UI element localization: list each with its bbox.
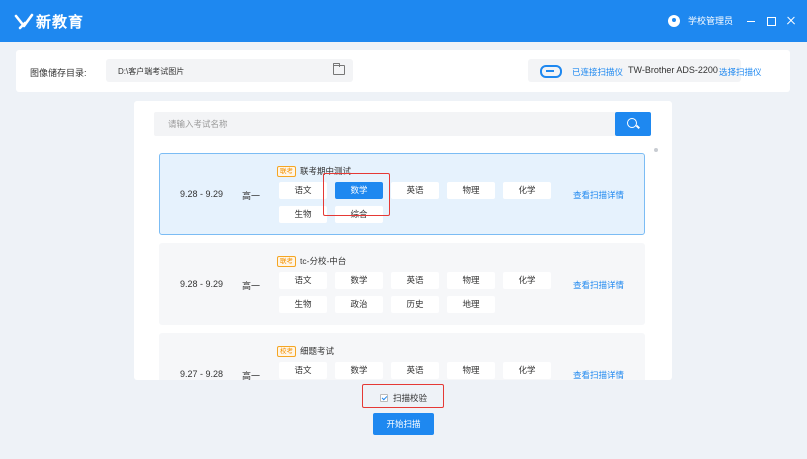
dir-input[interactable]: D:\客户端考试图片 [106, 59, 353, 82]
app-logo-text: 新教育 [36, 14, 85, 31]
user-icon[interactable] [667, 14, 680, 27]
subject-button[interactable]: 化学 [503, 182, 551, 199]
app-logo: 新教育 [14, 11, 84, 32]
link-icon [540, 65, 562, 78]
view-details-link[interactable]: 查看扫描详情 [573, 279, 624, 291]
start-scan-button[interactable]: 开始扫描 [373, 413, 434, 435]
folder-icon[interactable] [333, 63, 345, 75]
subject-button[interactable]: 历史 [391, 296, 439, 313]
exam-date: 9.28 - 9.29 [180, 279, 224, 289]
exam-type-badge: 联考 [277, 165, 296, 177]
subject-button[interactable]: 英语 [391, 182, 439, 199]
subject-button[interactable]: 综合 [335, 206, 383, 223]
subject-button[interactable]: 物理 [447, 272, 495, 289]
exam-card[interactable]: 联考 联考期中测试 9.28 - 9.29 高一 语文 数学 英语 物理 化学 … [159, 153, 645, 235]
subject-button[interactable]: 语文 [279, 272, 327, 289]
scanner-model: TW-Brother ADS-2200 [628, 65, 718, 75]
view-details-link[interactable]: 查看扫描详情 [573, 189, 624, 201]
subject-button[interactable]: 物理 [447, 362, 495, 379]
subject-button[interactable]: 地理 [447, 296, 495, 313]
exam-panel: 联考 联考期中测试 9.28 - 9.29 高一 语文 数学 英语 物理 化学 … [134, 101, 672, 380]
exam-name: 联考期中测试 [300, 166, 352, 176]
search-icon [627, 118, 639, 130]
search-input[interactable] [154, 112, 616, 136]
subject-button[interactable]: 数学 [335, 272, 383, 289]
minimize-icon[interactable] [745, 15, 757, 27]
subject-button[interactable]: 化学 [503, 362, 551, 379]
scanner-status-box: 已连接扫描仪 TW-Brother ADS-2200 [528, 59, 741, 82]
exam-card[interactable]: 校考 细题考试 9.27 - 9.28 高一 语文 数学 英语 物理 化学 查看… [159, 333, 645, 380]
close-icon[interactable] [785, 15, 797, 27]
subject-button[interactable]: 生物 [279, 206, 327, 223]
search-bar [154, 112, 651, 136]
search-button[interactable] [615, 112, 651, 136]
settings-bar: 图像储存目录: D:\客户端考试图片 已连接扫描仪 TW-Brother ADS… [16, 50, 790, 92]
logo-icon [14, 13, 34, 29]
subject-button[interactable]: 政治 [335, 296, 383, 313]
exam-name: 细题考试 [300, 346, 335, 356]
subject-button[interactable]: 数学 [335, 362, 383, 379]
exam-grade: 高一 [242, 191, 261, 201]
choose-scanner-link[interactable]: 选择扫描仪 [719, 66, 762, 78]
subject-button[interactable]: 物理 [447, 182, 495, 199]
subject-button[interactable]: 语文 [279, 362, 327, 379]
exam-date: 9.27 - 9.28 [180, 369, 224, 379]
exam-type-badge: 联考 [277, 255, 296, 267]
scan-verify-option[interactable]: 扫描校验 [380, 392, 427, 404]
exam-date: 9.28 - 9.29 [180, 189, 224, 199]
scrollbar-thumb[interactable] [654, 148, 658, 152]
exam-grade: 高一 [242, 281, 261, 291]
maximize-icon[interactable] [765, 15, 777, 27]
exam-name: tc-分校-中台 [300, 256, 347, 266]
view-details-link[interactable]: 查看扫描详情 [573, 369, 624, 380]
exam-card[interactable]: 联考 tc-分校-中台 9.28 - 9.29 高一 语文 数学 英语 物理 化… [159, 243, 645, 325]
scan-verify-checkbox[interactable] [380, 394, 388, 402]
scanner-status: 已连接扫描仪 [572, 67, 624, 77]
scan-verify-label: 扫描校验 [393, 393, 428, 403]
subject-button-active[interactable]: 数学 [335, 182, 383, 199]
dir-label: 图像储存目录: [30, 68, 87, 78]
exam-type-badge: 校考 [277, 345, 296, 357]
title-bar: 新教育 学校管理员 [0, 0, 807, 42]
subject-button[interactable]: 英语 [391, 362, 439, 379]
subject-button[interactable]: 化学 [503, 272, 551, 289]
subject-button[interactable]: 语文 [279, 182, 327, 199]
dir-value: D:\客户端考试图片 [118, 67, 185, 76]
exam-grade: 高一 [242, 371, 261, 380]
subject-button[interactable]: 生物 [279, 296, 327, 313]
subject-button[interactable]: 英语 [391, 272, 439, 289]
user-name[interactable]: 学校管理员 [688, 14, 733, 27]
